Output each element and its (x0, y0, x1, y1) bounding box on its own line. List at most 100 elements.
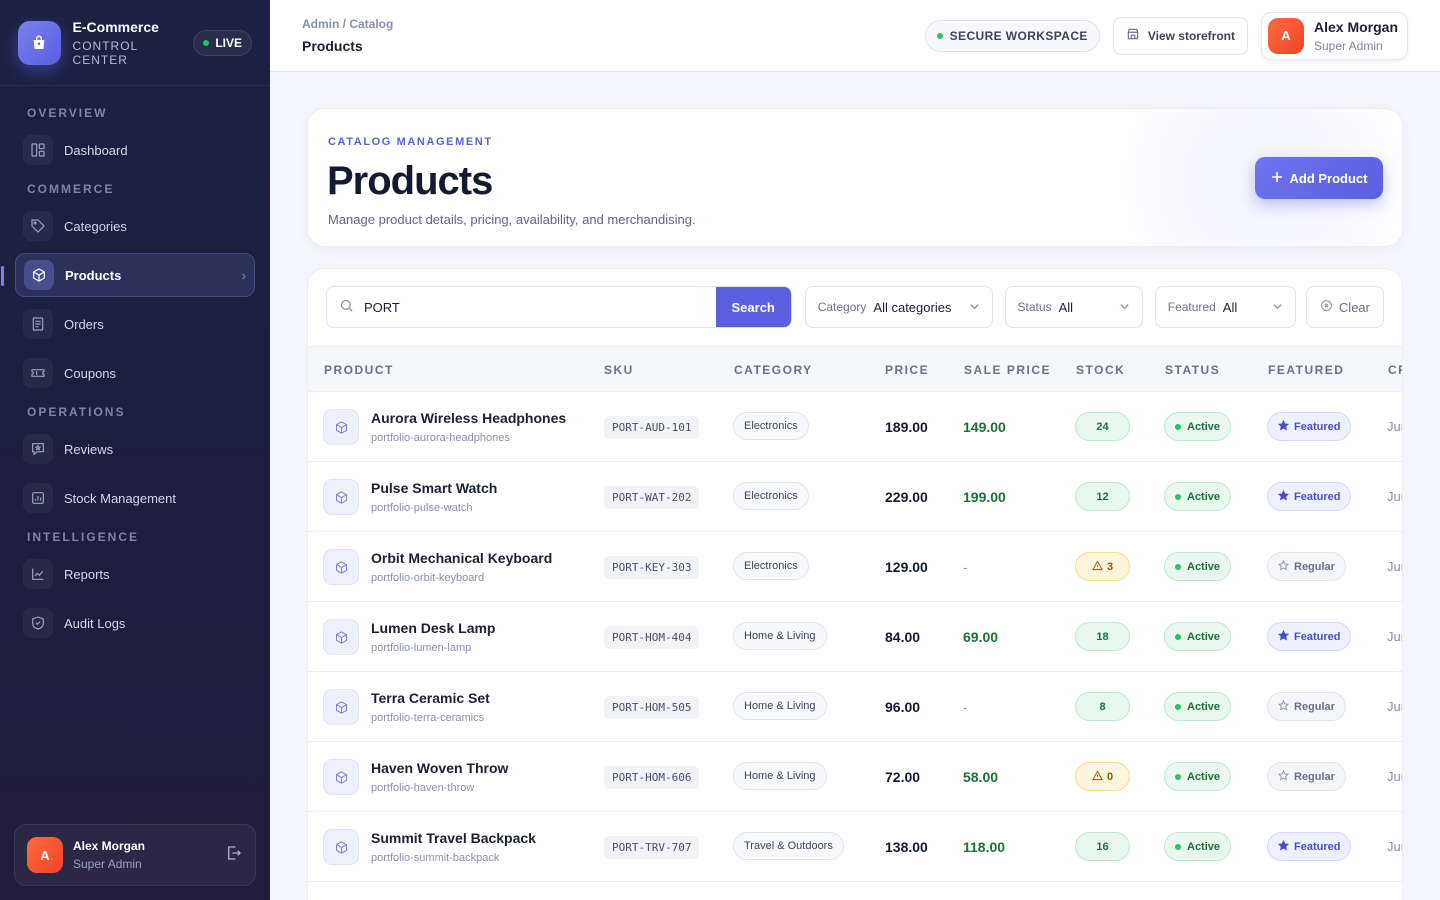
product-slug: portfolio-lumen-lamp (371, 642, 472, 654)
column-header-sale-price[interactable]: SALE PRICE (964, 363, 1051, 377)
featured-badge[interactable]: Featured (1267, 412, 1352, 441)
sidebar-item-products[interactable]: Products › (1, 253, 255, 297)
featured-badge[interactable]: Regular (1267, 692, 1346, 721)
column-header-created[interactable]: CR (1388, 363, 1402, 377)
breadcrumb[interactable]: Admin / Catalog (302, 17, 393, 31)
category-select[interactable]: Category All categories (804, 286, 993, 328)
stock-badge: 8 (1075, 692, 1130, 721)
search-input[interactable] (364, 299, 664, 315)
created-date: Jun (1387, 629, 1402, 644)
avatar: A (27, 837, 63, 873)
status-dot-icon (1175, 493, 1181, 500)
stock-badge: 0 (1075, 762, 1130, 791)
stock-icon (23, 483, 53, 513)
table-row[interactable]: Aurora Wireless Headphones portfolio-auro… (308, 392, 1402, 462)
sidebar-item-dashboard[interactable]: Dashboard (15, 128, 255, 172)
created-date: Jun (1387, 699, 1402, 714)
table-row[interactable]: Lumen Desk Lamp portfolio-lumen-lamp PORT-… (308, 602, 1402, 672)
featured-select[interactable]: Featured All (1154, 286, 1296, 328)
view-storefront-button[interactable]: View storefront (1112, 16, 1248, 55)
column-header-stock[interactable]: STOCK (1076, 363, 1125, 377)
featured-label: Regular (1294, 770, 1335, 783)
add-product-button[interactable]: Add Product (1255, 157, 1383, 199)
product-name[interactable]: Summit Travel Backpack (371, 830, 536, 846)
sku-badge: PORT-WAT-202 (604, 486, 700, 509)
status-select[interactable]: Status All (1004, 286, 1143, 328)
table-header: PRODUCT SKU CATEGORY PRICE SALE PRICE ST… (308, 346, 1402, 392)
sidebar-item-reviews[interactable]: Reviews (15, 427, 255, 471)
column-header-sku[interactable]: SKU (604, 363, 634, 377)
status-dot-icon (1175, 773, 1181, 780)
search-button[interactable]: Search (715, 287, 791, 327)
chevron-down-icon (1119, 300, 1130, 315)
column-header-featured[interactable]: FEATURED (1268, 363, 1344, 377)
table-row[interactable]: Summit Travel Backpack portfolio-summit-b… (308, 812, 1402, 882)
clear-filters-button[interactable]: Clear (1305, 286, 1384, 328)
page-title: Products (302, 38, 363, 54)
price-value: 189.00 (885, 419, 928, 435)
search-icon (339, 298, 354, 316)
category-badge: Electronics (733, 412, 809, 440)
product-thumbnail-icon (323, 549, 359, 585)
sidebar-item-coupons[interactable]: Coupons (15, 351, 255, 395)
product-thumbnail-icon (323, 829, 359, 865)
product-name[interactable]: Lumen Desk Lamp (371, 620, 495, 636)
stock-count: 8 (1099, 700, 1106, 713)
product-name[interactable]: Aurora Wireless Headphones (371, 410, 566, 426)
product-thumbnail-icon (323, 479, 359, 515)
star-icon (1277, 839, 1290, 854)
table-row[interactable]: Terra Ceramic Set portfolio-terra-ceramic… (308, 672, 1402, 742)
column-header-price[interactable]: PRICE (885, 363, 929, 377)
sale-price-value: - (963, 559, 968, 575)
product-name[interactable]: Terra Ceramic Set (371, 690, 490, 706)
sidebar-item-orders[interactable]: Orders (15, 302, 255, 346)
sidebar-item-label: Audit Logs (64, 615, 126, 631)
sidebar-item-reports[interactable]: Reports (15, 552, 255, 596)
table-row[interactable]: Haven Woven Throw portfolio-haven-throw PO… (308, 742, 1402, 812)
stock-count: 18 (1096, 630, 1109, 643)
search-box: Search (326, 286, 792, 328)
chevron-down-icon (1272, 300, 1283, 315)
featured-badge[interactable]: Regular (1267, 762, 1346, 791)
nav-section-commerce: COMMERCE (27, 182, 115, 196)
sidebar-item-stock-management[interactable]: Stock Management (15, 476, 255, 520)
star-icon (1277, 489, 1290, 504)
view-storefront-label: View storefront (1147, 28, 1235, 43)
sidebar-item-label: Reports (64, 566, 110, 582)
product-name[interactable]: Haven Woven Throw (371, 760, 508, 776)
featured-label: Featured (1294, 630, 1341, 643)
sidebar: E-Commerce CONTROL CENTER LIVE OVERVIEW … (0, 0, 270, 900)
featured-label: Featured (1294, 840, 1341, 853)
featured-badge[interactable]: Featured (1267, 622, 1352, 651)
sidebar-user-card[interactable]: A Alex Morgan Super Admin (14, 824, 256, 886)
live-label: LIVE (215, 35, 242, 50)
product-name[interactable]: Pulse Smart Watch (371, 480, 497, 496)
stock-badge: 18 (1075, 622, 1130, 651)
price-value: 138.00 (885, 839, 928, 855)
column-header-status[interactable]: STATUS (1165, 363, 1220, 377)
product-thumbnail-icon (323, 759, 359, 795)
table-row[interactable]: Pulse Smart Watch portfolio-pulse-watch PO… (308, 462, 1402, 532)
sidebar-item-audit-logs[interactable]: Audit Logs (15, 601, 255, 645)
search-field[interactable] (327, 287, 716, 327)
tag-icon (23, 211, 53, 241)
table-row[interactable]: Orbit Mechanical Keyboard portfolio-orbit… (308, 532, 1402, 602)
logout-icon[interactable] (225, 844, 243, 867)
featured-badge[interactable]: Featured (1267, 832, 1352, 861)
page-heading: Products (327, 159, 493, 203)
featured-badge[interactable]: Regular (1267, 552, 1346, 581)
sale-price-value: 199.00 (963, 489, 1006, 505)
column-header-category[interactable]: CATEGORY (734, 363, 813, 377)
sidebar-item-categories[interactable]: Categories (15, 204, 255, 248)
status-label: Active (1187, 420, 1221, 433)
featured-badge[interactable]: Featured (1267, 482, 1352, 511)
shopping-bag-icon[interactable] (18, 20, 61, 65)
featured-label: Regular (1294, 700, 1335, 713)
product-slug: portfolio-aurora-headphones (371, 432, 510, 444)
product-name[interactable]: Orbit Mechanical Keyboard (371, 550, 552, 566)
user-menu[interactable]: A Alex Morgan Super Admin (1260, 11, 1408, 60)
status-dot-icon (1175, 633, 1181, 640)
column-header-product[interactable]: PRODUCT (324, 363, 394, 377)
stock-count: 0 (1106, 770, 1114, 783)
live-dot-icon (203, 39, 210, 46)
